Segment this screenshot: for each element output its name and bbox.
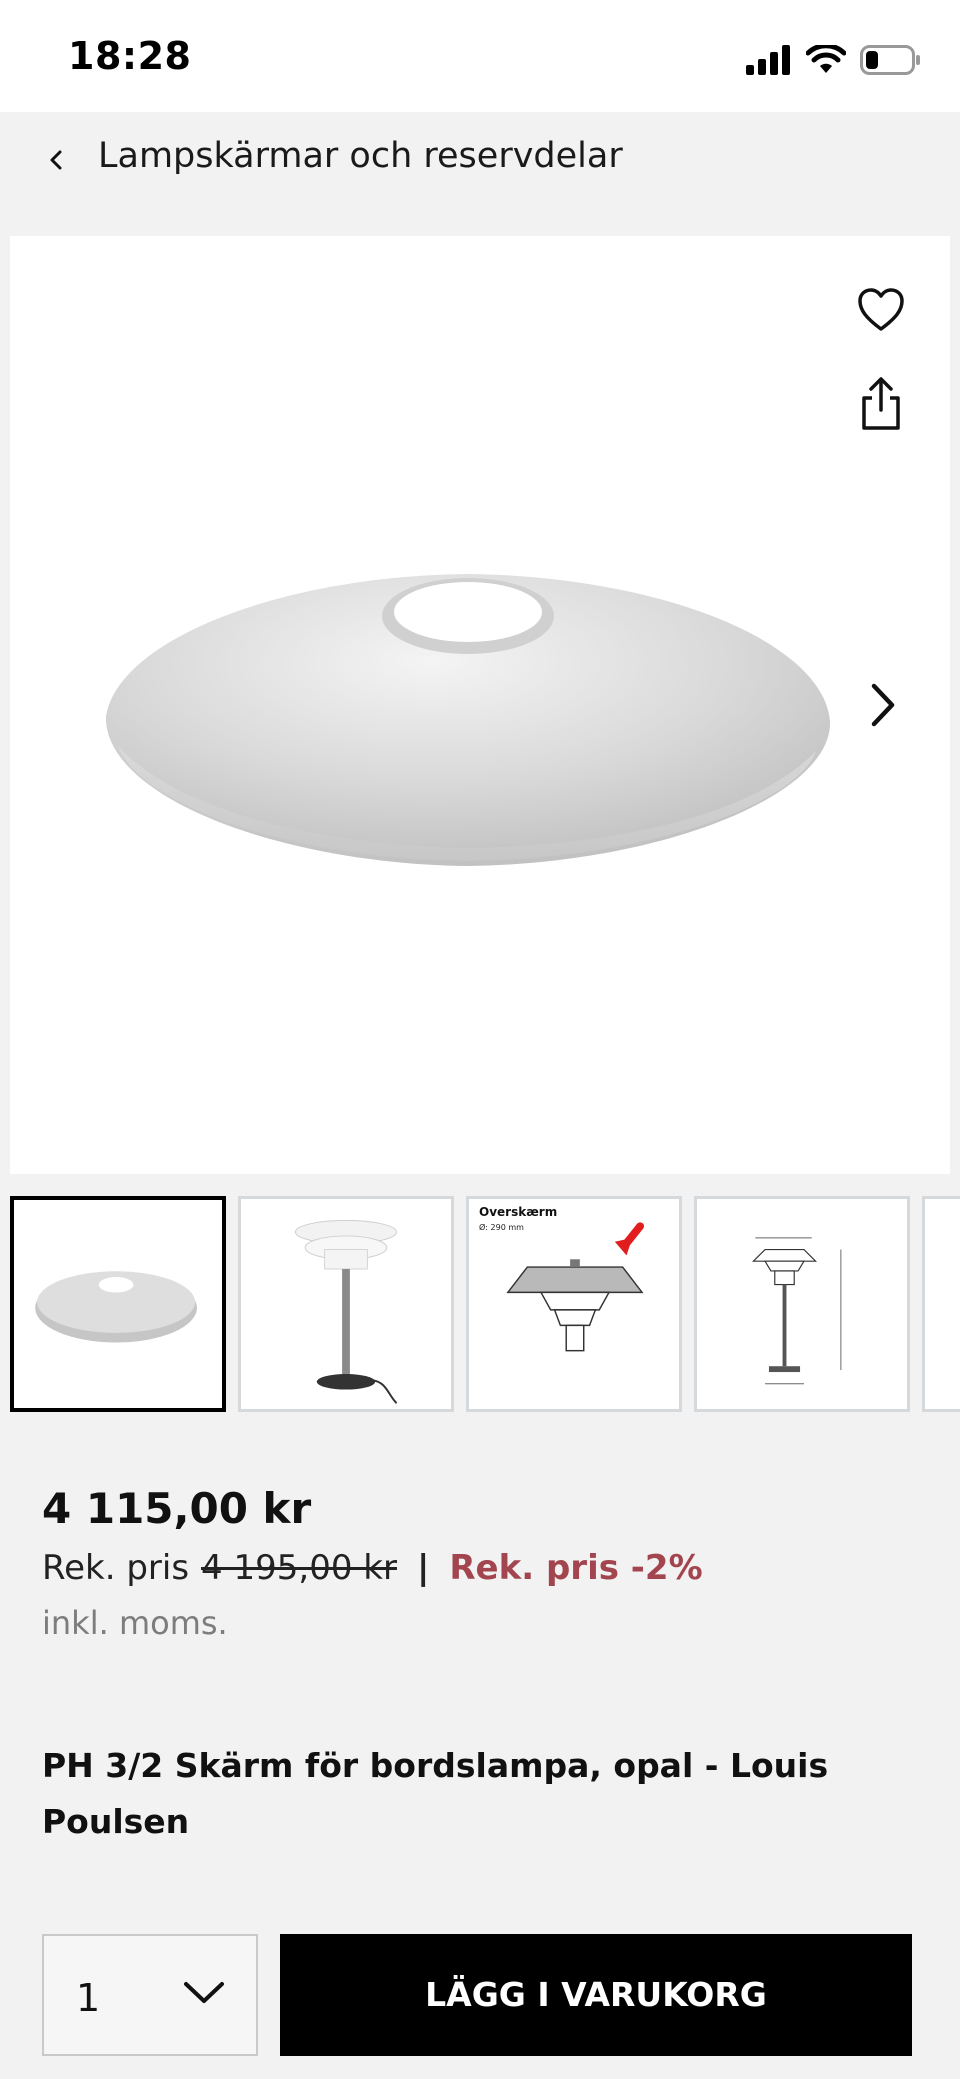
vat-note: inkl. moms. <box>42 1604 228 1642</box>
quantity-select[interactable]: 1 <box>42 1934 258 2056</box>
product-price: 4 115,00 kr <box>42 1484 312 1533</box>
status-bar: 18:28 <box>0 0 960 112</box>
price-separator: | <box>416 1548 430 1588</box>
add-to-cart-button[interactable]: LÄGG I VARUKORG <box>280 1934 912 2056</box>
discount-label: Rek. pris -2% <box>449 1548 703 1588</box>
thumbnail-1[interactable] <box>10 1196 226 1412</box>
product-image <box>105 574 831 866</box>
next-image-chevron-icon[interactable] <box>866 680 900 730</box>
favorite-heart-icon[interactable] <box>856 286 906 336</box>
recommended-old-price: 4 195,00 kr <box>201 1548 397 1588</box>
thumbnail-dimension-image <box>751 1237 842 1385</box>
share-icon[interactable] <box>858 376 904 432</box>
thumbnail-2[interactable] <box>238 1196 454 1412</box>
battery-icon <box>860 45 920 75</box>
status-icons <box>746 40 922 80</box>
back-chevron-icon[interactable] <box>46 142 70 178</box>
thumbnail-4[interactable] <box>694 1196 910 1412</box>
signal-icon <box>746 45 790 75</box>
product-title: PH 3/2 Skärm för bordslampa, opal - Loui… <box>42 1746 829 1841</box>
header-bar: Lampskärmar och reservdelar <box>0 112 960 232</box>
thumbnail-strip[interactable]: Overskærm Ø: 290 mm <box>10 1196 960 1414</box>
chevron-down-icon <box>184 1982 224 2003</box>
thumbnail-3[interactable]: Overskærm Ø: 290 mm <box>466 1196 682 1412</box>
back-link[interactable]: Lampskärmar och reservdelar <box>98 136 623 176</box>
status-time: 18:28 <box>68 34 192 78</box>
quantity-value: 1 <box>76 1976 101 2020</box>
thumbnail-5[interactable] <box>922 1196 960 1412</box>
recommended-price-row: Rek. pris 4 195,00 kr | Rek. pris -2% <box>42 1548 703 1588</box>
recommended-price-label: Rek. pris <box>42 1548 190 1588</box>
thumbnail-shade-image <box>35 1271 197 1343</box>
wifi-icon <box>806 45 846 73</box>
thumbnail-lamp-image <box>294 1219 398 1404</box>
thumbnail-diagram-image <box>506 1222 644 1352</box>
product-image-carousel[interactable] <box>10 236 950 1174</box>
